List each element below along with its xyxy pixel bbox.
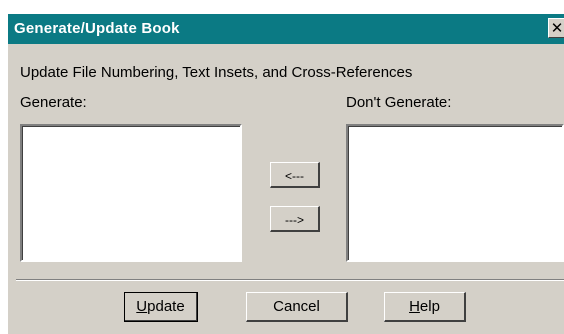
title-bar[interactable]: Generate/Update Book ✕ [8,14,564,44]
generate-update-book-dialog: Generate/Update Book ✕ Update File Numbe… [8,14,564,334]
dont-generate-listbox[interactable] [346,124,564,262]
help-button[interactable]: Help [384,292,466,322]
separator [16,279,564,281]
help-label-rest: elp [419,298,440,315]
move-left-button[interactable]: <--- [270,162,320,188]
generate-listbox[interactable] [20,124,242,262]
update-mnemonic: U [136,298,148,315]
update-button[interactable]: Update [124,292,198,322]
close-button[interactable]: ✕ [548,18,564,38]
update-label-rest: pdate [147,298,185,315]
generate-label: Generate: [20,94,87,111]
window-title: Generate/Update Book [14,20,180,37]
close-icon: ✕ [550,20,564,37]
move-right-button[interactable]: ---> [270,206,320,232]
help-mnemonic: H [409,298,420,315]
description-label: Update File Numbering, Text Insets, and … [20,64,413,81]
dont-generate-label: Don't Generate: [346,94,452,111]
cancel-button[interactable]: Cancel [246,292,348,322]
